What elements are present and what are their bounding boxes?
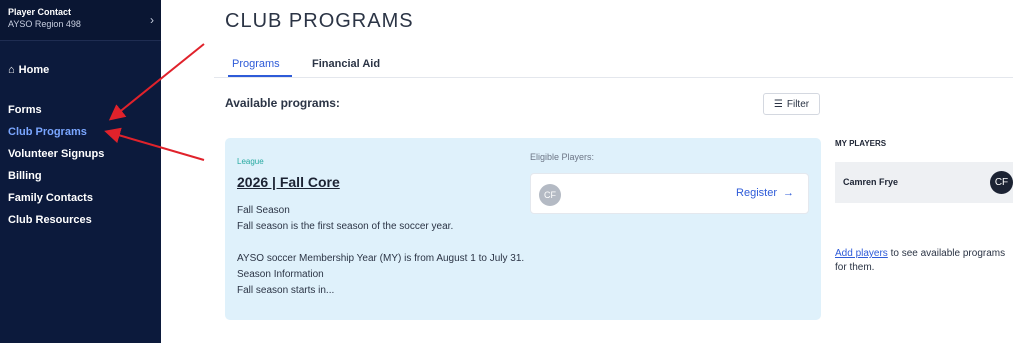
sidebar-item-club-programs[interactable]: Club Programs [8, 121, 104, 143]
add-players-hint: Add players to see available programs fo… [835, 247, 1010, 275]
program-type: League [237, 157, 264, 166]
my-player-card[interactable]: Camren Frye CF [835, 162, 1013, 203]
my-player-avatar: CF [990, 171, 1013, 194]
sidebar-item-forms[interactable]: Forms [8, 99, 104, 121]
org-region: AYSO Region 498 [8, 19, 81, 29]
arrow-right-icon: → [783, 187, 794, 199]
program-description: Fall Season Fall season is the first sea… [237, 205, 525, 296]
available-programs-heading: Available programs: [225, 96, 340, 110]
program-card: League 2026 | Fall Core Fall Season Fall… [225, 138, 821, 320]
app-root: Player Contact AYSO Region 498 › ⌂ Home … [0, 0, 1013, 343]
chevron-right-icon: › [150, 13, 154, 27]
eligible-players-label: Eligible Players: [530, 152, 595, 162]
sidebar-item-label: Home [18, 64, 50, 76]
page-title: CLUB PROGRAMS [225, 10, 414, 32]
active-tab-indicator [228, 75, 292, 77]
sidebar-item-club-resources[interactable]: Club Resources [8, 209, 104, 231]
sidebar-item-volunteer-signups[interactable]: Volunteer Signups [8, 143, 104, 165]
my-players-heading: MY PLAYERS [835, 139, 887, 148]
sidebar: Player Contact AYSO Region 498 › ⌂ Home … [0, 0, 161, 343]
home-icon: ⌂ [8, 64, 15, 76]
tab-programs[interactable]: Programs [232, 58, 280, 70]
main-content: CLUB PROGRAMS Programs Financial Aid Ava… [161, 0, 1013, 343]
register-button[interactable]: Register → [736, 187, 794, 199]
add-players-link[interactable]: Add players [835, 248, 888, 259]
sidebar-item-family-contacts[interactable]: Family Contacts [8, 187, 104, 209]
program-name-link[interactable]: 2026 | Fall Core [237, 174, 340, 190]
sliders-icon: ☰ [773, 98, 783, 110]
tab-bar: Programs Financial Aid [214, 49, 1013, 78]
org-label: Player Contact [8, 7, 72, 17]
sidebar-nav: Forms Club Programs Volunteer Signups Bi… [8, 99, 104, 231]
sidebar-item-billing[interactable]: Billing [8, 165, 104, 187]
tab-financial-aid[interactable]: Financial Aid [312, 58, 380, 70]
filter-label: Filter [786, 98, 810, 110]
register-label: Register [736, 187, 777, 199]
my-player-name: Camren Frye [843, 177, 899, 187]
player-avatar: CF [539, 184, 561, 206]
org-switcher[interactable]: Player Contact AYSO Region 498 › [0, 0, 161, 41]
sidebar-item-home[interactable]: ⌂ Home [8, 64, 49, 76]
eligible-player-row: CF Register → [530, 173, 809, 214]
filter-button[interactable]: ☰ Filter [763, 93, 820, 115]
